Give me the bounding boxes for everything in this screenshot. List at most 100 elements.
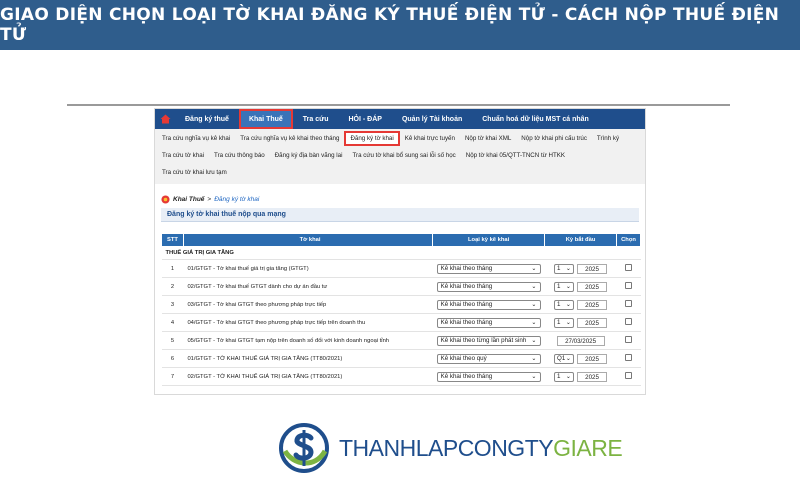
- chevron-down-icon: ⌄: [565, 319, 572, 326]
- subnav-luu-tam[interactable]: Tra cứu tờ khai lưu tạm: [157, 165, 232, 180]
- col-name: Tờ khai: [182, 233, 434, 247]
- subnav-tra-cuu-to-khai[interactable]: Tra cứu tờ khai: [157, 148, 209, 163]
- nav-item-chuan-hoa-mst[interactable]: Chuẩn hoá dữ liệu MST cá nhân: [472, 109, 599, 129]
- chevron-down-icon: ⌄: [531, 265, 537, 272]
- year-input[interactable]: 2025: [577, 317, 608, 328]
- row-stt: 3: [161, 295, 184, 314]
- select-checkbox[interactable]: [625, 264, 632, 271]
- group-label: THUẾ GIÁ TRỊ GIA TĂNG: [161, 246, 641, 260]
- col-period: Kỳ bắt đầu: [544, 233, 618, 247]
- table-header-row: STT Tờ khai Loại kỳ kê khai Kỳ bắt đầu C…: [161, 233, 641, 247]
- select-value: 1: [557, 319, 561, 326]
- subnav-dang-ky-to-khai[interactable]: Đăng ký tờ khai: [344, 131, 400, 146]
- banner-title: GIAO DIỆN CHỌN LOẠI TỜ KHAI ĐĂNG KÝ THUẾ…: [0, 5, 780, 45]
- subnav-nop-05-qtt[interactable]: Nộp tờ khai 05/QTT-TNCN từ HTKK: [461, 148, 570, 163]
- col-stt: STT: [161, 233, 184, 247]
- subnav-nop-to-khai-xml[interactable]: Nộp tờ khai XML: [460, 131, 516, 146]
- period-type-select[interactable]: Kê khai theo tháng ⌄: [436, 317, 541, 328]
- breadcrumb-separator: >: [207, 195, 212, 203]
- table-row: 2 02/GTGT - Tờ khai thuế GTGT dành cho d…: [161, 277, 641, 296]
- period-select[interactable]: 1 ⌄: [554, 371, 575, 382]
- select-checkbox[interactable]: [625, 336, 632, 343]
- subnav-bo-sung-sai-loi[interactable]: Tra cứu tờ khai bổ sung sai lỗi số học: [347, 148, 460, 163]
- period-select[interactable]: 1 ⌄: [554, 317, 575, 328]
- select-value: Kê khai theo tháng: [440, 265, 493, 272]
- col-type: Loại kỳ kê khai: [432, 233, 546, 247]
- subnav-dia-ban-vang-lai[interactable]: Đăng ký địa bàn vãng lai: [270, 148, 348, 163]
- period-type-select[interactable]: Kê khai theo tháng ⌄: [436, 263, 541, 274]
- table-row: 5 05/GTGT - Tờ khai GTGT tạm nộp trên do…: [161, 331, 641, 350]
- chevron-down-icon: ⌄: [565, 301, 572, 308]
- chevron-down-icon: ⌄: [531, 301, 537, 308]
- period-type-select[interactable]: Kê khai theo tháng ⌄: [436, 299, 541, 310]
- select-value: 1: [557, 373, 561, 380]
- nav-item-tra-cuu[interactable]: Tra cứu: [293, 109, 339, 129]
- subnav-trinh-ky[interactable]: Trình ký: [592, 131, 624, 146]
- select-checkbox[interactable]: [625, 354, 632, 361]
- subnav-ke-khai-truc-tuyen[interactable]: Kê khai trực tuyến: [400, 131, 460, 146]
- row-stt: 2: [161, 277, 184, 296]
- row-name: 02/GTGT - TỜ KHAI THUẾ GIÁ TRỊ GIA TĂNG …: [183, 367, 433, 386]
- screenshot-frame: Đăng ký thuế Khai Thuế Tra cứu HỎI - ĐÁP…: [154, 108, 646, 395]
- select-value: 1: [557, 301, 561, 308]
- select-checkbox[interactable]: [625, 282, 632, 289]
- nav-item-hoi-dap[interactable]: HỎI - ĐÁP: [339, 109, 392, 129]
- page-banner: GIAO DIỆN CHỌN LOẠI TỜ KHAI ĐĂNG KÝ THUẾ…: [0, 0, 800, 50]
- table-row: 3 03/GTGT - Tờ khai GTGT theo phương phá…: [161, 295, 641, 314]
- row-stt: 4: [161, 313, 184, 332]
- chevron-down-icon: ⌄: [531, 373, 537, 380]
- group-row: THUẾ GIÁ TRỊ GIA TĂNG: [161, 246, 641, 260]
- tax-emblem-icon: [161, 194, 170, 204]
- period-select[interactable]: 1 ⌄: [554, 281, 575, 292]
- subnav-tra-cuu-nghia-vu-thang[interactable]: Tra cứu nghĩa vụ kê khai theo tháng: [235, 131, 344, 146]
- select-value: Q1: [557, 355, 566, 362]
- period-type-select[interactable]: Kê khai theo tháng ⌄: [436, 371, 541, 382]
- subnav-tra-cuu-nghia-vu[interactable]: Tra cứu nghĩa vụ kê khai: [157, 131, 235, 146]
- dollar-globe-icon: [279, 423, 329, 473]
- subnav-tra-cuu-thong-bao[interactable]: Tra cứu thông báo: [209, 148, 270, 163]
- select-value: Kê khai theo từng lần phát sinh: [440, 337, 527, 344]
- brand-logo: THANHLAPCONGTYGIARE: [277, 421, 623, 475]
- breadcrumb-parent[interactable]: Khai Thuế: [173, 196, 204, 203]
- table-row: 4 04/GTGT - Tờ khai GTGT theo phương phá…: [161, 313, 641, 332]
- select-value: 1: [557, 265, 561, 272]
- chevron-down-icon: ⌄: [565, 355, 572, 362]
- select-value: Kê khai theo tháng: [440, 283, 493, 290]
- nav-item-quan-ly-tai-khoan[interactable]: Quản lý Tài khoản: [392, 109, 472, 129]
- home-icon[interactable]: [155, 109, 175, 129]
- chevron-down-icon: ⌄: [565, 265, 572, 272]
- top-navigation: Đăng ký thuế Khai Thuế Tra cứu HỎI - ĐÁP…: [155, 109, 645, 129]
- year-input[interactable]: 2025: [577, 371, 608, 382]
- year-input[interactable]: 2025: [577, 281, 608, 292]
- year-input[interactable]: 2025: [577, 299, 608, 310]
- select-checkbox[interactable]: [625, 372, 632, 379]
- subnav-nop-phi-cau-truc[interactable]: Nộp tờ khai phi cấu trúc: [516, 131, 592, 146]
- row-stt: 5: [161, 331, 184, 350]
- year-input[interactable]: 2025: [577, 353, 608, 364]
- period-select[interactable]: 1 ⌄: [554, 299, 575, 310]
- declaration-table: STT Tờ khai Loại kỳ kê khai Kỳ bắt đầu C…: [161, 233, 641, 386]
- col-pick: Chọn: [616, 233, 641, 247]
- chevron-down-icon: ⌄: [531, 355, 537, 362]
- section-title: Đăng ký tờ khai thuế nộp qua mạng: [161, 208, 639, 222]
- select-value: Kê khai theo quý: [440, 355, 487, 362]
- period-type-select[interactable]: Kê khai theo từng lần phát sinh ⌄: [436, 335, 541, 346]
- period-type-select[interactable]: Kê khai theo quý ⌄: [436, 353, 541, 364]
- breadcrumb: Khai Thuế > Đăng ký tờ khai: [155, 192, 645, 206]
- divider: [67, 104, 730, 106]
- select-checkbox[interactable]: [625, 300, 632, 307]
- chevron-down-icon: ⌄: [531, 283, 537, 290]
- table-row: 7 02/GTGT - TỜ KHAI THUẾ GIÁ TRỊ GIA TĂN…: [161, 367, 641, 386]
- breadcrumb-current[interactable]: Đăng ký tờ khai: [214, 196, 259, 203]
- row-stt: 7: [161, 367, 184, 386]
- date-input[interactable]: 27/03/2025: [556, 335, 605, 346]
- period-select[interactable]: 1 ⌄: [554, 263, 575, 274]
- chevron-down-icon: ⌄: [531, 337, 537, 344]
- year-input[interactable]: 2025: [577, 263, 608, 274]
- nav-item-khai-thue[interactable]: Khai Thuế: [238, 109, 293, 129]
- select-checkbox[interactable]: [625, 318, 632, 325]
- period-select[interactable]: Q1 ⌄: [554, 353, 575, 364]
- row-name: 01/GTGT - Tờ khai thuế giá trị gia tăng …: [183, 259, 433, 278]
- nav-item-dang-ky-thue[interactable]: Đăng ký thuế: [175, 109, 239, 129]
- period-type-select[interactable]: Kê khai theo tháng ⌄: [436, 281, 541, 292]
